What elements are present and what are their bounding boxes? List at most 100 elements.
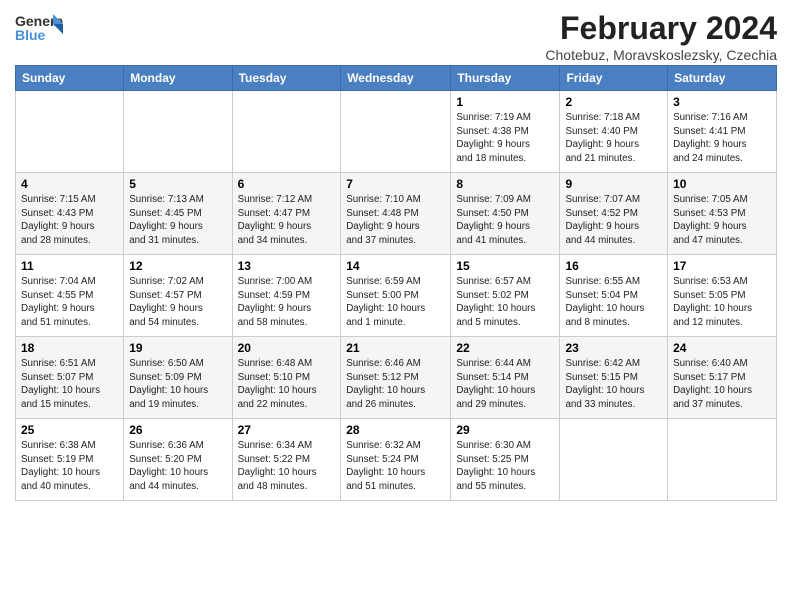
day-info: Sunrise: 6:42 AM Sunset: 5:15 PM Dayligh… [565,357,662,412]
day-info: Sunrise: 6:50 AM Sunset: 5:09 PM Dayligh… [129,357,226,412]
day-info: Sunrise: 6:55 AM Sunset: 5:04 PM Dayligh… [565,275,662,330]
day-info: Sunrise: 7:02 AM Sunset: 4:57 PM Dayligh… [129,275,226,330]
day-number: 15 [456,259,554,273]
day-info: Sunrise: 6:40 AM Sunset: 5:17 PM Dayligh… [673,357,771,412]
day-number: 1 [456,95,554,109]
day-number: 5 [129,177,226,191]
calendar-cell: 15Sunrise: 6:57 AM Sunset: 5:02 PM Dayli… [451,255,560,337]
day-info: Sunrise: 6:34 AM Sunset: 5:22 PM Dayligh… [238,439,336,494]
day-number: 28 [346,423,445,437]
day-info: Sunrise: 7:18 AM Sunset: 4:40 PM Dayligh… [565,111,662,166]
day-info: Sunrise: 7:04 AM Sunset: 4:55 PM Dayligh… [21,275,118,330]
day-number: 26 [129,423,226,437]
calendar-cell: 9 Sunrise: 7:07 AM Sunset: 4:52 PM Daylig… [560,173,668,255]
weekday-header-saturday: Saturday [668,66,777,91]
calendar-cell [341,91,451,173]
day-number: 2 [565,95,662,109]
day-info: Sunrise: 6:30 AM Sunset: 5:25 PM Dayligh… [456,439,554,494]
svg-text:Blue: Blue [15,27,46,43]
day-number: 16 [565,259,662,273]
weekday-header-thursday: Thursday [451,66,560,91]
weekday-header-sunday: Sunday [16,66,124,91]
location-subtitle: Chotebuz, Moravskoslezsky, Czechia [545,47,777,63]
day-info: Sunrise: 6:36 AM Sunset: 5:20 PM Dayligh… [129,439,226,494]
day-info: Sunrise: 6:38 AM Sunset: 5:19 PM Dayligh… [21,439,118,494]
calendar-cell: 3Sunrise: 7:16 AM Sunset: 4:41 PM Daylig… [668,91,777,173]
calendar-cell: 20 Sunrise: 6:48 AM Sunset: 5:10 PM Dayli… [232,337,341,419]
day-info: Sunrise: 7:07 AM Sunset: 4:52 PM Dayligh… [565,193,662,248]
calendar-cell: 28 Sunrise: 6:32 AM Sunset: 5:24 PM Dayli… [341,419,451,501]
day-number: 10 [673,177,771,191]
day-info: Sunrise: 6:59 AM Sunset: 5:00 PM Dayligh… [346,275,445,330]
calendar-cell: 23 Sunrise: 6:42 AM Sunset: 5:15 PM Dayli… [560,337,668,419]
month-title: February 2024 [545,10,777,47]
calendar-cell: 29 Sunrise: 6:30 AM Sunset: 5:25 PM Dayli… [451,419,560,501]
calendar-cell: 10 Sunrise: 7:05 AM Sunset: 4:53 PM Dayli… [668,173,777,255]
calendar-cell: 11 Sunrise: 7:04 AM Sunset: 4:55 PM Dayli… [16,255,124,337]
calendar-cell: 14 Sunrise: 6:59 AM Sunset: 5:00 PM Dayli… [341,255,451,337]
day-number: 19 [129,341,226,355]
day-info: Sunrise: 6:32 AM Sunset: 5:24 PM Dayligh… [346,439,445,494]
day-info: Sunrise: 6:51 AM Sunset: 5:07 PM Dayligh… [21,357,118,412]
calendar-cell: 7 Sunrise: 7:10 AM Sunset: 4:48 PM Daylig… [341,173,451,255]
day-number: 29 [456,423,554,437]
day-number: 3 [673,95,771,109]
day-info: Sunrise: 6:48 AM Sunset: 5:10 PM Dayligh… [238,357,336,412]
calendar-cell: 27 Sunrise: 6:34 AM Sunset: 5:22 PM Dayli… [232,419,341,501]
calendar-cell: 17 Sunrise: 6:53 AM Sunset: 5:05 PM Dayli… [668,255,777,337]
day-number: 7 [346,177,445,191]
day-info: Sunrise: 7:12 AM Sunset: 4:47 PM Dayligh… [238,193,336,248]
day-number: 18 [21,341,118,355]
day-info: Sunrise: 7:13 AM Sunset: 4:45 PM Dayligh… [129,193,226,248]
calendar-cell: 1 Sunrise: 7:19 AM Sunset: 4:38 PM Daylig… [451,91,560,173]
calendar-cell: 13 Sunrise: 7:00 AM Sunset: 4:59 PM Dayli… [232,255,341,337]
day-number: 22 [456,341,554,355]
day-number: 21 [346,341,445,355]
day-number: 25 [21,423,118,437]
calendar-cell: 5 Sunrise: 7:13 AM Sunset: 4:45 PM Daylig… [124,173,232,255]
day-number: 9 [565,177,662,191]
calendar-cell: 8 Sunrise: 7:09 AM Sunset: 4:50 PM Daylig… [451,173,560,255]
day-info: Sunrise: 7:19 AM Sunset: 4:38 PM Dayligh… [456,111,554,166]
calendar-cell: 16 Sunrise: 6:55 AM Sunset: 5:04 PM Dayli… [560,255,668,337]
day-info: Sunrise: 6:53 AM Sunset: 5:05 PM Dayligh… [673,275,771,330]
day-number: 20 [238,341,336,355]
calendar-cell: 12 Sunrise: 7:02 AM Sunset: 4:57 PM Dayli… [124,255,232,337]
day-number: 13 [238,259,336,273]
calendar-cell [124,91,232,173]
weekday-header-wednesday: Wednesday [341,66,451,91]
day-number: 8 [456,177,554,191]
calendar-cell [560,419,668,501]
day-number: 24 [673,341,771,355]
day-number: 27 [238,423,336,437]
calendar-cell: 24 Sunrise: 6:40 AM Sunset: 5:17 PM Dayli… [668,337,777,419]
day-number: 11 [21,259,118,273]
day-number: 4 [21,177,118,191]
day-info: Sunrise: 7:09 AM Sunset: 4:50 PM Dayligh… [456,193,554,248]
logo: General Blue [15,10,63,55]
day-info: Sunrise: 7:00 AM Sunset: 4:59 PM Dayligh… [238,275,336,330]
day-number: 14 [346,259,445,273]
calendar-cell: 25 Sunrise: 6:38 AM Sunset: 5:19 PM Dayli… [16,419,124,501]
weekday-header-monday: Monday [124,66,232,91]
calendar-cell: 21 Sunrise: 6:46 AM Sunset: 5:12 PM Dayli… [341,337,451,419]
calendar-cell: 26 Sunrise: 6:36 AM Sunset: 5:20 PM Dayli… [124,419,232,501]
calendar-cell: 6 Sunrise: 7:12 AM Sunset: 4:47 PM Daylig… [232,173,341,255]
day-info: Sunrise: 7:15 AM Sunset: 4:43 PM Dayligh… [21,193,118,248]
weekday-header-tuesday: Tuesday [232,66,341,91]
day-number: 23 [565,341,662,355]
day-info: Sunrise: 7:05 AM Sunset: 4:53 PM Dayligh… [673,193,771,248]
day-number: 17 [673,259,771,273]
calendar-cell: 2 Sunrise: 7:18 AM Sunset: 4:40 PM Daylig… [560,91,668,173]
day-number: 6 [238,177,336,191]
calendar-cell [16,91,124,173]
calendar-table: SundayMondayTuesdayWednesdayThursdayFrid… [15,65,777,501]
day-info: Sunrise: 6:46 AM Sunset: 5:12 PM Dayligh… [346,357,445,412]
calendar-cell: 19 Sunrise: 6:50 AM Sunset: 5:09 PM Dayli… [124,337,232,419]
calendar-cell [668,419,777,501]
day-number: 12 [129,259,226,273]
calendar-cell [232,91,341,173]
day-info: Sunrise: 7:10 AM Sunset: 4:48 PM Dayligh… [346,193,445,248]
weekday-header-friday: Friday [560,66,668,91]
calendar-cell: 18 Sunrise: 6:51 AM Sunset: 5:07 PM Dayli… [16,337,124,419]
